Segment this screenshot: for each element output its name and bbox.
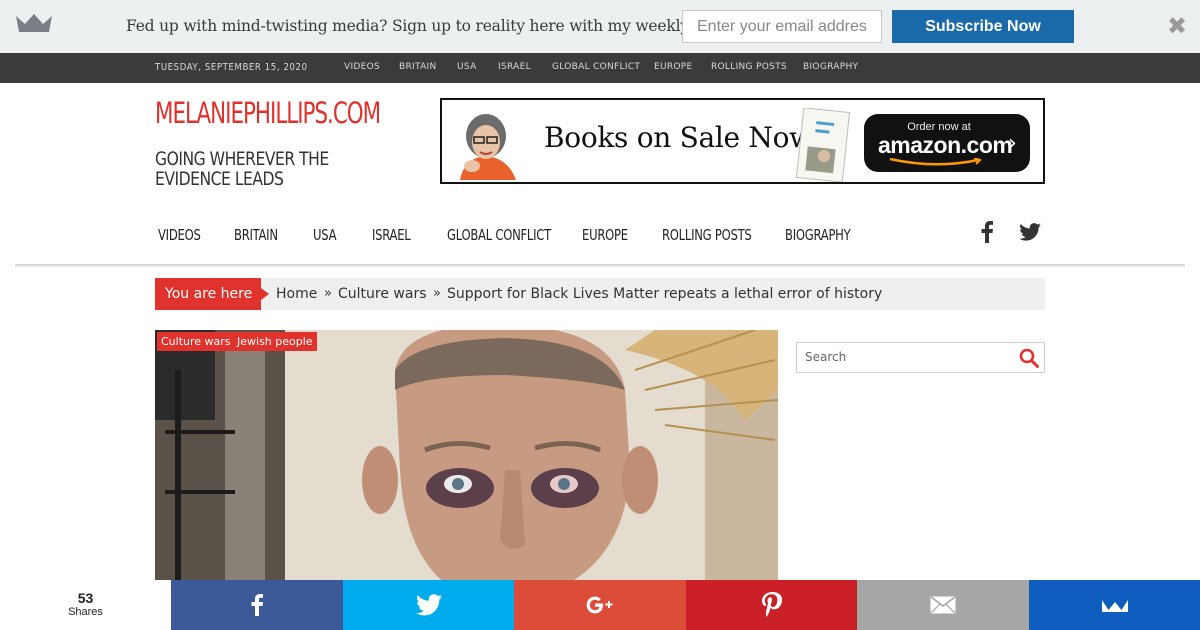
- search-field[interactable]: Search: [796, 342, 1045, 373]
- amazon-logo: amazon.com: [878, 132, 1013, 158]
- tag-culture-wars[interactable]: Culture wars: [157, 332, 235, 351]
- breadcrumb-culture-wars[interactable]: Culture wars: [338, 278, 427, 310]
- ad-headline: Books on Sale Now: [544, 121, 813, 154]
- close-icon[interactable]: ✖: [1166, 14, 1188, 38]
- top-nav-europe[interactable]: EUROPE: [654, 62, 693, 72]
- facebook-icon: [251, 594, 263, 616]
- site-title[interactable]: MELANIEPHILLIPS.COM: [155, 96, 381, 130]
- nav-item-biography[interactable]: BIOGRAPHY: [785, 226, 851, 244]
- share-pinterest-button[interactable]: [686, 580, 857, 630]
- subscribe-button[interactable]: Subscribe Now: [892, 10, 1074, 43]
- tag-jewish-people[interactable]: Jewish people: [233, 332, 317, 351]
- nav-item-videos[interactable]: VIDEOS: [158, 226, 201, 244]
- nav-item-usa[interactable]: USA: [313, 226, 337, 244]
- newsletter-prompt: Fed up with mind-twisting media? Sign up…: [126, 17, 776, 35]
- share-bar: 53 Shares: [0, 580, 1200, 630]
- amazon-order-button[interactable]: Order now at amazon.com ›: [864, 114, 1030, 172]
- share-google-plus-button[interactable]: [514, 580, 686, 630]
- books-ad-banner[interactable]: Books on Sale Now Order now at amazon.co…: [440, 98, 1045, 184]
- share-facebook-button[interactable]: [171, 580, 343, 630]
- facebook-icon[interactable]: [980, 221, 994, 243]
- nav-item-israel[interactable]: ISRAEL: [372, 226, 411, 244]
- google-plus-icon: [586, 596, 613, 614]
- top-nav-rolling-posts[interactable]: ROLLING POSTS: [711, 62, 787, 72]
- share-count: 53: [77, 590, 94, 606]
- breadcrumb-current: Support for Black Lives Matter repeats a…: [447, 286, 883, 302]
- search-input[interactable]: Search: [805, 343, 846, 372]
- share-sumome-button[interactable]: [1029, 580, 1200, 630]
- breadcrumb-label: You are here: [155, 278, 269, 310]
- top-nav-britain[interactable]: BRITAIN: [399, 62, 437, 72]
- twitter-icon[interactable]: [1019, 223, 1041, 241]
- newsletter-bar: Fed up with mind-twisting media? Sign up…: [0, 0, 1200, 53]
- breadcrumb-separator: »: [433, 286, 441, 301]
- featured-image[interactable]: Culture wars Jewish people: [155, 330, 778, 580]
- chevron-right-icon: ›: [1008, 131, 1017, 156]
- share-count-label: Shares: [68, 606, 103, 618]
- site-tagline: GOING WHEREVER THE EVIDENCE LEADS: [155, 148, 329, 190]
- top-nav-videos[interactable]: VIDEOS: [344, 62, 380, 72]
- top-nav-usa[interactable]: USA: [457, 62, 477, 72]
- top-nav-global-conflict[interactable]: GLOBAL CONFLICT: [552, 62, 640, 72]
- email-icon: [930, 596, 956, 614]
- breadcrumb-home[interactable]: Home: [276, 278, 317, 310]
- nav-item-europe[interactable]: EUROPE: [582, 226, 628, 244]
- share-email-button[interactable]: [857, 580, 1029, 630]
- pinterest-icon: [761, 592, 782, 617]
- top-bar: TUESDAY, SEPTEMBER 15, 2020 VIDEOS BRITA…: [0, 53, 1200, 83]
- email-input[interactable]: Enter your email addres: [682, 10, 882, 43]
- crown-icon: [16, 14, 52, 32]
- nav-item-rolling-posts[interactable]: ROLLING POSTS: [662, 226, 752, 244]
- share-twitter-button[interactable]: [343, 580, 514, 630]
- book-cover: [795, 108, 850, 182]
- current-date: TUESDAY, SEPTEMBER 15, 2020: [155, 62, 308, 73]
- breadcrumb-separator: »: [324, 286, 332, 301]
- sumome-icon: [1101, 600, 1128, 612]
- twitter-icon: [415, 594, 442, 616]
- featured-photo: [155, 330, 778, 580]
- breadcrumb: You are here Home » Culture wars » Suppo…: [155, 278, 1045, 310]
- nav-item-global-conflict[interactable]: GLOBAL CONFLICT: [447, 226, 551, 244]
- share-counter: 53 Shares: [0, 580, 171, 630]
- search-icon[interactable]: [1019, 348, 1039, 368]
- top-nav-biography[interactable]: BIOGRAPHY: [803, 62, 858, 72]
- top-nav-israel[interactable]: ISRAEL: [498, 62, 531, 72]
- amazon-smile-icon: [889, 158, 982, 166]
- author-photo: [446, 106, 542, 180]
- nav-shadow: [15, 264, 1185, 268]
- nav-item-britain[interactable]: BRITAIN: [234, 226, 278, 244]
